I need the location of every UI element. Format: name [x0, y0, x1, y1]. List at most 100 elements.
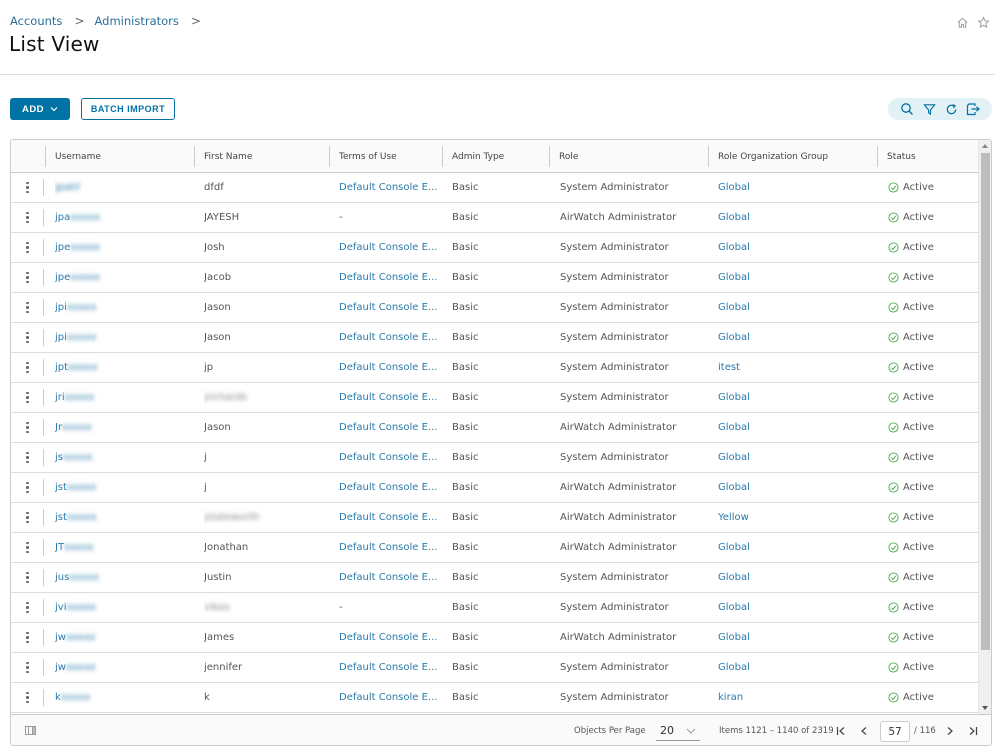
cell-terms-of-use[interactable]: Default Console E... — [339, 263, 444, 292]
cell-role-organization-group[interactable]: Global — [718, 533, 878, 562]
row-actions-menu-icon[interactable] — [11, 593, 44, 622]
cell-username[interactable]: jpatil — [55, 173, 195, 202]
table-row[interactable]: jvi xxxxx vikas - Basic System Administrator G… — [11, 593, 978, 623]
row-actions-menu-icon[interactable] — [11, 653, 44, 682]
table-row[interactable]: jw xxxxx jennifer Default Console E... Basic… — [11, 653, 978, 683]
cell-terms-of-use[interactable]: Default Console E... — [339, 323, 444, 352]
row-actions-menu-icon[interactable] — [11, 443, 44, 472]
filter-icon[interactable] — [921, 101, 937, 117]
cell-username[interactable]: jst xxxxx — [55, 473, 195, 502]
table-row[interactable]: jpi xxxxx Jason Default Console E... Basic Sy… — [11, 293, 978, 323]
cell-role-organization-group[interactable]: kiran — [718, 683, 878, 712]
cell-username[interactable]: jvi xxxxx — [55, 593, 195, 622]
cell-role-organization-group[interactable]: Global — [718, 623, 878, 652]
row-actions-menu-icon[interactable] — [11, 293, 44, 322]
cell-terms-of-use[interactable]: Default Console E... — [339, 173, 444, 202]
table-row[interactable]: jw xxxxx James Default Console E... Basic Air… — [11, 623, 978, 653]
column-header-admin-type[interactable]: Admin Type — [442, 140, 550, 173]
breadcrumb-accounts[interactable]: Accounts — [10, 14, 62, 28]
previous-page-icon[interactable] — [857, 723, 871, 739]
row-actions-menu-icon[interactable] — [11, 503, 44, 532]
cell-username[interactable]: jw xxxxx — [55, 653, 195, 682]
row-actions-menu-icon[interactable] — [11, 473, 44, 502]
cell-username[interactable]: jri xxxxx — [55, 383, 195, 412]
cell-role-organization-group[interactable]: Global — [718, 563, 878, 592]
table-row[interactable]: jri xxxxx jrichards Default Console E... Bas… — [11, 383, 978, 413]
cell-terms-of-use[interactable]: Default Console E... — [339, 233, 444, 262]
cell-role-organization-group[interactable]: Global — [718, 413, 878, 442]
batch-import-button[interactable]: BATCH IMPORT — [81, 98, 175, 120]
row-actions-menu-icon[interactable] — [11, 353, 44, 382]
cell-username[interactable]: jus xxxxx — [55, 563, 195, 592]
cell-role-organization-group[interactable]: Global — [718, 173, 878, 202]
scrollbar-thumb[interactable] — [981, 153, 990, 650]
table-row[interactable]: jpe xxxxx Josh Default Console E... Basic Sys… — [11, 233, 978, 263]
cell-terms-of-use[interactable]: Default Console E... — [339, 353, 444, 382]
table-row[interactable]: jst xxxxx j Default Console E... Basic AirWat… — [11, 473, 978, 503]
table-row[interactable]: k xxxxx k Default Console E... Basic System A… — [11, 683, 978, 713]
row-actions-menu-icon[interactable] — [11, 533, 44, 562]
table-row[interactable]: Jr xxxxx Jason Default Console E... Basic Air… — [11, 413, 978, 443]
cell-username[interactable]: jpe xxxxx — [55, 233, 195, 262]
cell-username[interactable]: JT xxxxx — [55, 533, 195, 562]
row-actions-menu-icon[interactable] — [11, 563, 44, 592]
table-row[interactable]: JT xxxxx Jonathan Default Console E... Basic… — [11, 533, 978, 563]
next-page-icon[interactable] — [943, 723, 957, 739]
objects-per-page-select[interactable]: 20 — [656, 721, 700, 741]
first-page-icon[interactable] — [834, 723, 848, 739]
column-header-terms-of-use[interactable]: Terms of Use — [329, 140, 443, 173]
cell-username[interactable]: js xxxxx — [55, 443, 195, 472]
table-row[interactable]: js xxxxx j Default Console E... Basic System … — [11, 443, 978, 473]
row-actions-menu-icon[interactable] — [11, 233, 44, 262]
cell-terms-of-use[interactable]: Default Console E... — [339, 623, 444, 652]
table-row[interactable]: jpi xxxxx Jason Default Console E... Basic Sy… — [11, 323, 978, 353]
cell-terms-of-use[interactable]: Default Console E... — [339, 563, 444, 592]
current-page-input[interactable] — [880, 721, 910, 742]
cell-role-organization-group[interactable]: Global — [718, 653, 878, 682]
search-icon[interactable] — [899, 101, 915, 117]
row-actions-menu-icon[interactable] — [11, 623, 44, 652]
table-row[interactable]: jpt xxxxx jp Default Console E... Basic Syste… — [11, 353, 978, 383]
table-row[interactable]: jpa xxxxx JAYESH - Basic AirWatch Administrat… — [11, 203, 978, 233]
home-icon[interactable] — [955, 15, 970, 30]
cell-terms-of-use[interactable]: Default Console E... — [339, 473, 444, 502]
row-actions-menu-icon[interactable] — [11, 203, 44, 232]
table-row[interactable]: jpatil dfdf Default Console E... Basic Syste… — [11, 173, 978, 203]
cell-terms-of-use[interactable]: Default Console E... — [339, 413, 444, 442]
column-header-username[interactable]: Username — [45, 140, 195, 173]
scroll-down-icon[interactable] — [982, 706, 988, 710]
cell-role-organization-group[interactable]: itest — [718, 353, 878, 382]
cell-username[interactable]: jpa xxxxx — [55, 203, 195, 232]
cell-username[interactable]: jpi xxxxx — [55, 293, 195, 322]
table-row[interactable]: jpe xxxxx Jacob Default Console E... Basic Sy… — [11, 263, 978, 293]
cell-username[interactable]: jpe xxxxx — [55, 263, 195, 292]
row-actions-menu-icon[interactable] — [11, 413, 44, 442]
cell-terms-of-use[interactable]: Default Console E... — [339, 653, 444, 682]
last-page-icon[interactable] — [966, 723, 980, 739]
column-toggle-icon[interactable] — [25, 726, 36, 735]
cell-terms-of-use[interactable]: Default Console E... — [339, 443, 444, 472]
row-actions-menu-icon[interactable] — [11, 323, 44, 352]
table-row[interactable]: jus xxxxx Justin Default Console E... Basic S… — [11, 563, 978, 593]
row-actions-menu-icon[interactable] — [11, 173, 44, 202]
cell-role-organization-group[interactable]: Global — [718, 383, 878, 412]
export-icon[interactable] — [965, 101, 981, 117]
cell-role-organization-group[interactable]: Global — [718, 203, 878, 232]
cell-role-organization-group[interactable]: Global — [718, 233, 878, 262]
cell-username[interactable]: Jr xxxxx — [55, 413, 195, 442]
cell-terms-of-use[interactable]: Default Console E... — [339, 293, 444, 322]
table-row[interactable]: jst xxxxx jstaleworth Default Console E... B… — [11, 503, 978, 533]
cell-role-organization-group[interactable]: Global — [718, 443, 878, 472]
column-header-role-organization-group[interactable]: Role Organization Group — [708, 140, 878, 173]
breadcrumb-administrators[interactable]: Administrators — [95, 14, 179, 28]
scroll-up-icon[interactable] — [982, 144, 988, 148]
column-header-role[interactable]: Role — [549, 140, 709, 173]
cell-role-organization-group[interactable]: Yellow — [718, 503, 878, 532]
column-header-status[interactable]: Status — [877, 140, 977, 173]
cell-username[interactable]: jst xxxxx — [55, 503, 195, 532]
cell-terms-of-use[interactable]: Default Console E... — [339, 683, 444, 712]
add-button[interactable]: ADD — [10, 98, 70, 120]
cell-username[interactable]: jw xxxxx — [55, 623, 195, 652]
cell-role-organization-group[interactable]: Global — [718, 473, 878, 502]
cell-role-organization-group[interactable]: Global — [718, 293, 878, 322]
